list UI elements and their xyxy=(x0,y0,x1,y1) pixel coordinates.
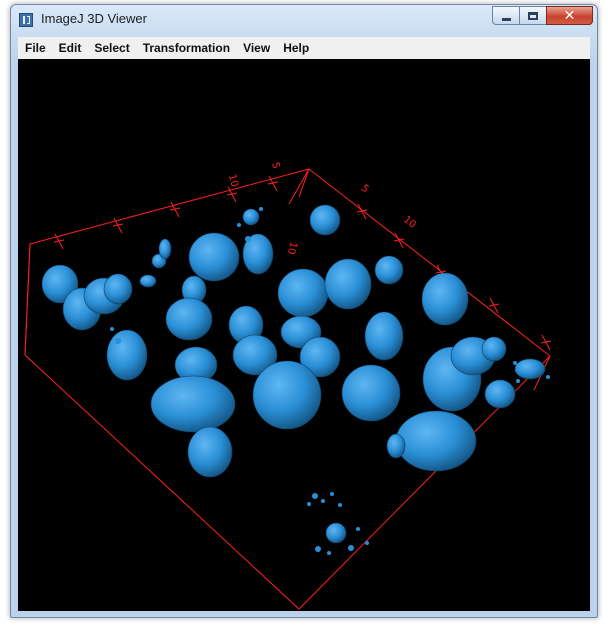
close-icon: ✕ xyxy=(563,7,576,24)
cell-blob xyxy=(188,232,240,282)
cell-blob xyxy=(309,204,341,236)
cell-blob xyxy=(165,297,213,341)
maximize-icon xyxy=(528,11,538,20)
cell-blob xyxy=(252,360,322,430)
cell-surfaces xyxy=(41,204,546,544)
viewer-window: ImageJ 3D Viewer ✕ File Edit Select Tran… xyxy=(10,4,598,618)
axis-label: 10 xyxy=(285,240,299,255)
cell-blob xyxy=(395,410,477,472)
menu-view[interactable]: View xyxy=(236,37,276,59)
box-edge xyxy=(24,243,31,356)
close-button[interactable]: ✕ xyxy=(546,6,593,25)
cell-blob xyxy=(484,379,516,409)
axis-label: 10 xyxy=(226,173,240,188)
cell-blob xyxy=(364,311,404,361)
cell-blob xyxy=(341,364,401,422)
cell-blob xyxy=(325,522,347,544)
axis-label: 10 xyxy=(401,214,418,231)
cell-blob xyxy=(150,375,236,433)
cell-blob xyxy=(481,336,507,362)
cell-blob xyxy=(277,268,329,318)
menu-bar: File Edit Select Transformation View Hel… xyxy=(18,37,590,60)
3d-scene: 10 5 5 10 10 xyxy=(24,161,552,610)
cell-blob xyxy=(324,258,372,310)
cell-blob xyxy=(242,208,260,226)
cell-blob xyxy=(139,274,157,288)
cell-blob xyxy=(514,358,546,380)
cell-blob xyxy=(158,238,172,260)
cell-blob xyxy=(386,433,406,459)
cell-blob xyxy=(374,255,404,285)
window-title: ImageJ 3D Viewer xyxy=(41,11,147,26)
axis-label: 5 xyxy=(269,161,281,170)
title-bar[interactable]: ImageJ 3D Viewer ✕ xyxy=(11,5,597,35)
minimize-icon xyxy=(501,17,511,21)
menu-help[interactable]: Help xyxy=(276,37,315,59)
menu-transformation[interactable]: Transformation xyxy=(136,37,236,59)
menu-select[interactable]: Select xyxy=(87,37,135,59)
cell-blob xyxy=(421,272,469,326)
minimize-button[interactable] xyxy=(492,6,520,25)
box-edge xyxy=(288,168,310,205)
cell-blob xyxy=(106,329,148,381)
menu-edit[interactable]: Edit xyxy=(52,37,88,59)
axis-label: 5 xyxy=(359,183,371,196)
imagej-icon xyxy=(19,13,33,27)
maximize-button[interactable] xyxy=(519,6,547,25)
3d-render-canvas[interactable]: 10 5 5 10 10 xyxy=(18,59,590,611)
cell-blob xyxy=(103,273,133,305)
cell-blob xyxy=(187,426,233,478)
menu-file[interactable]: File xyxy=(18,37,52,59)
